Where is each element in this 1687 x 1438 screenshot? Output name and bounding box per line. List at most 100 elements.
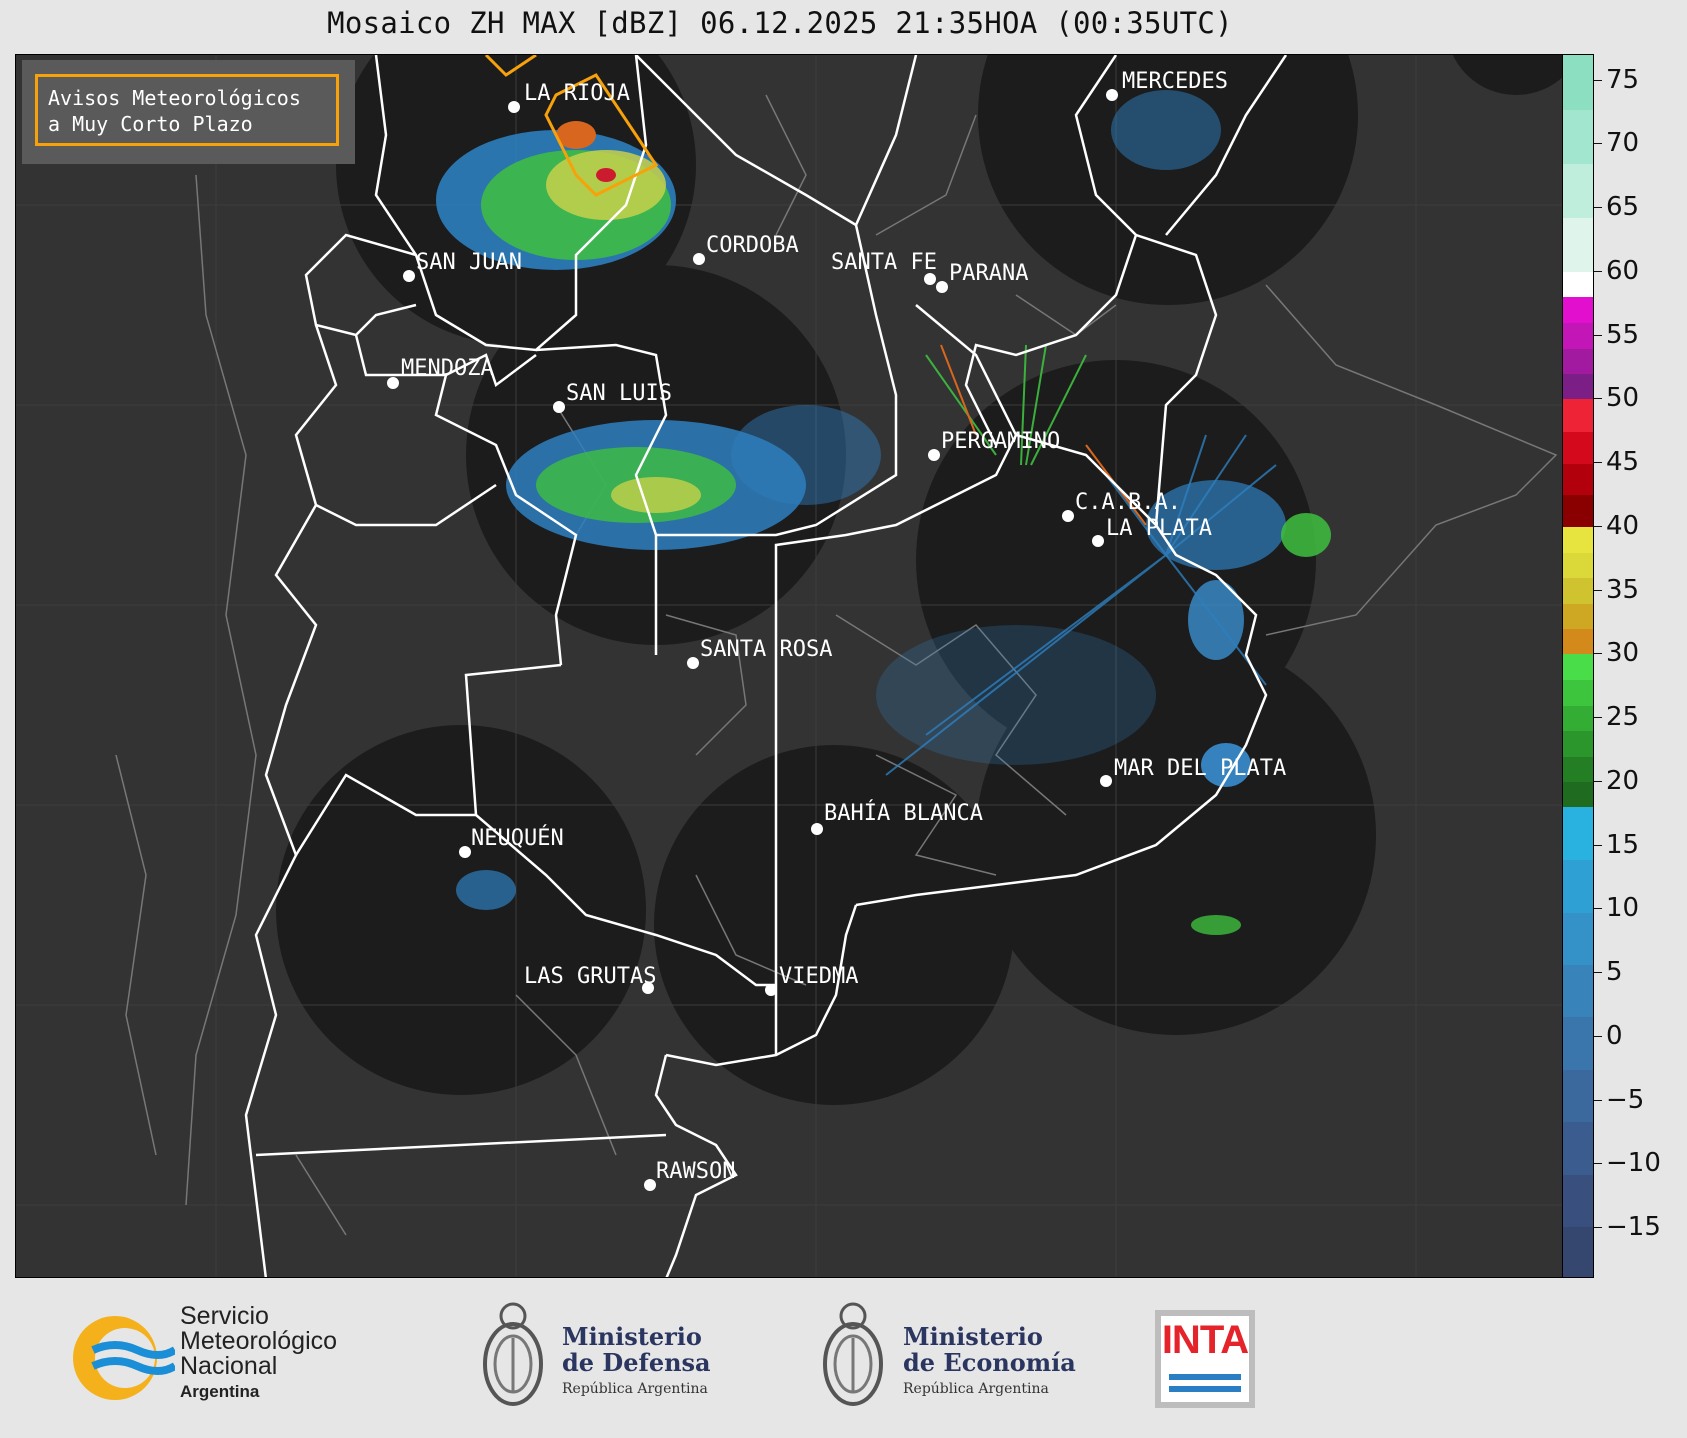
inta-logo: INTA <box>1155 1310 1255 1408</box>
colorbar-segment <box>1563 431 1593 464</box>
colorbar-tick-label: 70 <box>1606 128 1640 159</box>
colorbar-tick <box>1594 717 1602 718</box>
city-dot <box>765 984 777 996</box>
colorbar-segment <box>1563 271 1593 298</box>
city-label-caba: C.A.B.A. <box>1075 490 1181 515</box>
city-label-viedma: VIEDMA <box>779 964 858 989</box>
colorbar-tick <box>1594 398 1602 400</box>
city-dot <box>459 846 471 858</box>
colorbar-tick-label: −5 <box>1606 1084 1645 1115</box>
colorbar-segment <box>1563 912 1593 965</box>
colorbar-tick-label: 40 <box>1606 510 1640 541</box>
defensa-seal-icon <box>478 1298 548 1416</box>
colorbar-tick-label: 0 <box>1606 1020 1623 1051</box>
colorbar-segment <box>1563 322 1593 349</box>
colorbar-segment <box>1563 526 1593 553</box>
colorbar-segment <box>1563 55 1593 110</box>
city-dot <box>1106 89 1118 101</box>
city-dot <box>811 823 823 835</box>
colorbar-segment <box>1563 109 1593 164</box>
smn-line2: Meteorológico <box>180 1327 338 1355</box>
colorbar-tick-label: 20 <box>1606 765 1640 796</box>
colorbar-segment <box>1563 1226 1593 1277</box>
city-dot <box>644 1179 656 1191</box>
colorbar-tick-label: −10 <box>1606 1148 1661 1179</box>
colorbar-tick-label: 75 <box>1606 64 1640 95</box>
city-dot <box>1092 535 1104 547</box>
colorbar-tick <box>1594 908 1602 910</box>
radar-map[interactable]: LA RIOJA MERCEDES CORDOBA SAN JUAN SANTA… <box>15 54 1563 1278</box>
city-dot <box>508 101 520 113</box>
colorbar-segment <box>1563 964 1593 1018</box>
city-label-la-plata: LA PLATA <box>1106 516 1212 541</box>
colorbar-segment <box>1563 463 1593 496</box>
colorbar-segment <box>1563 654 1593 681</box>
colorbar-segment <box>1563 399 1593 432</box>
colorbar-segment <box>1563 552 1593 579</box>
city-dot <box>1100 775 1112 787</box>
city-label-san-luis: SAN LUIS <box>566 381 672 406</box>
colorbar-segment <box>1563 494 1593 528</box>
city-label-santa-fe: SANTA FE <box>831 250 937 275</box>
economia-seal-icon <box>818 1298 888 1416</box>
defensa-logo-text: Ministerio de Defensa República Argentin… <box>562 1324 711 1402</box>
colorbar-segment <box>1563 217 1593 273</box>
city-dot <box>936 281 948 293</box>
colorbar-segment <box>1563 603 1593 630</box>
footer-logos: Servicio Meteorológico Nacional Argentin… <box>0 1280 1687 1438</box>
city-label-rawson: RAWSON <box>656 1159 735 1184</box>
city-label-pergamino: PERGAMINO <box>941 429 1060 454</box>
colorbar-segment <box>1563 781 1593 808</box>
colorbar-segment <box>1563 163 1593 219</box>
alert-legend-line1: Avisos Meteorológicos <box>48 86 301 110</box>
colorbar-segment <box>1563 577 1593 604</box>
colorbar-tick <box>1594 462 1602 463</box>
city-label-cordoba: CORDOBA <box>706 233 799 258</box>
colorbar-segment <box>1563 628 1593 655</box>
colorbar-tick <box>1594 1227 1602 1228</box>
alert-legend-frame: Avisos Meteorológicos a Muy Corto Plazo <box>35 74 339 146</box>
inta-logo-frame: INTA <box>1161 1316 1249 1402</box>
colorbar-tick <box>1594 525 1602 527</box>
colorbar-tick-label: 30 <box>1606 638 1640 669</box>
alert-legend-line2: a Muy Corto Plazo <box>48 112 253 136</box>
colorbar-tick <box>1594 207 1602 208</box>
colorbar-tick <box>1594 143 1602 145</box>
colorbar-tick <box>1594 1163 1602 1165</box>
colorbar-tick <box>1594 972 1602 973</box>
smn-line1: Servicio <box>180 1302 269 1330</box>
city-label-parana: PARANA <box>949 261 1028 286</box>
colorbar-segment <box>1563 297 1593 324</box>
colorbar-tick <box>1594 653 1602 655</box>
city-label-las-grutas: LAS GRUTAS <box>524 964 656 989</box>
city-label-mendoza: MENDOZA <box>401 356 494 381</box>
economia-line3: República Argentina <box>903 1381 1049 1397</box>
city-dot <box>553 401 565 413</box>
colorbar-segment <box>1563 1121 1593 1175</box>
inta-logo-word: INTA <box>1161 1318 1249 1362</box>
smn-logo-text: Servicio Meteorológico Nacional Argentin… <box>180 1304 337 1404</box>
inta-stripe <box>1169 1386 1241 1392</box>
colorbar-tick <box>1594 1099 1602 1101</box>
map-canvas: LA RIOJA MERCEDES CORDOBA SAN JUAN SANTA… <box>16 55 1562 1277</box>
city-label-la-rioja: LA RIOJA <box>524 81 630 106</box>
city-dot <box>928 449 940 461</box>
colorbar-tick-label: −15 <box>1606 1212 1661 1242</box>
colorbar-segment <box>1563 705 1593 732</box>
defensa-line2: de Defensa <box>562 1348 711 1377</box>
colorbar-segment <box>1563 679 1593 706</box>
city-dot <box>387 377 399 389</box>
city-label-neuquen: NEUQUÉN <box>471 825 564 851</box>
colorbar-tick <box>1594 79 1602 81</box>
city-dot <box>687 657 699 669</box>
city-dot <box>693 253 705 265</box>
colorbar-tick-label: 60 <box>1606 255 1640 286</box>
colorbar-segment <box>1563 756 1593 783</box>
colorbar-tick-label: 55 <box>1606 319 1640 350</box>
city-label-bahia-blanca: BAHÍA BLANCA <box>824 800 983 826</box>
colorbar-tick-label: 25 <box>1606 702 1640 732</box>
alert-legend-box[interactable]: Avisos Meteorológicos a Muy Corto Plazo <box>22 60 355 164</box>
map-title: Mosaico ZH MAX [dBZ] 06.12.2025 21:35HOA… <box>327 6 1233 40</box>
colorbar-tick-label: 65 <box>1606 192 1640 222</box>
economia-line2: de Economía <box>903 1348 1076 1377</box>
